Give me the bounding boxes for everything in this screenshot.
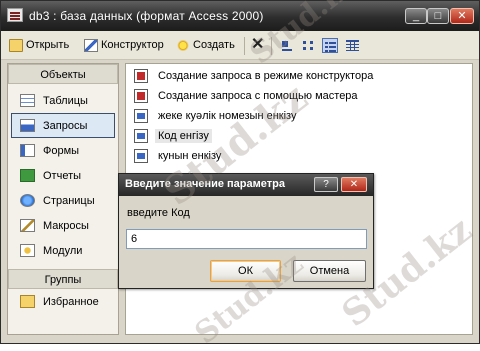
sidebar-item-macros[interactable]: Макросы	[8, 213, 118, 238]
dialog-title: Введите значение параметра	[125, 178, 285, 190]
parameter-input[interactable]: 6	[126, 229, 367, 249]
objects-header[interactable]: Объекты	[8, 64, 118, 84]
close-button[interactable]: ✕	[450, 8, 474, 24]
list-item[interactable]: кунын енкізу	[134, 147, 221, 165]
sidebar-item-modules[interactable]: Модули	[8, 238, 118, 263]
sidebar-item-label: Избранное	[43, 295, 99, 308]
delete-icon[interactable]: ✕	[251, 37, 264, 53]
sidebar-item-tables[interactable]: Таблицы	[8, 88, 118, 113]
dialog-close-button[interactable]: ✕	[341, 177, 367, 192]
maximize-button[interactable]: □	[427, 8, 449, 24]
sidebar-item-label: Страницы	[43, 194, 95, 207]
window-title: db3 : база данных (формат Access 2000)	[29, 9, 264, 23]
sidebar-item-label: Макросы	[43, 219, 89, 232]
toolbar-divider	[271, 37, 272, 55]
open-folder-icon	[9, 38, 23, 52]
list-item[interactable]: жеке куәлік номезын енкізу	[134, 107, 296, 125]
details-view-icon[interactable]	[345, 38, 361, 53]
toolbar: Открыть Конструктор Создать ✕	[1, 31, 479, 60]
parameter-prompt: введите Код	[127, 207, 190, 219]
query-icon	[20, 119, 35, 132]
list-item[interactable]: Создание запроса с помощью мастера	[134, 87, 358, 105]
report-icon	[20, 169, 35, 182]
sidebar-item-label: Отчеты	[43, 169, 82, 182]
macro-icon	[20, 219, 35, 232]
new-star-icon	[176, 38, 190, 52]
open-label: Открыть	[26, 39, 70, 51]
dialog-title-bar[interactable]: Введите значение параметра ? ✕	[119, 174, 373, 196]
parameter-dialog: Введите значение параметра ? ✕ введите К…	[118, 173, 374, 289]
sidebar-item-label: Запросы	[43, 119, 88, 132]
large-icons-view-icon[interactable]	[279, 38, 295, 53]
sidebar-item-forms[interactable]: Формы	[8, 138, 118, 163]
list-view-icon[interactable]	[322, 38, 338, 53]
help-button[interactable]: ?	[314, 177, 338, 192]
create-label: Создать	[193, 39, 235, 51]
sidebar-item-label: Формы	[43, 144, 80, 157]
design-button[interactable]: Конструктор	[84, 36, 164, 54]
ok-button[interactable]: ОК	[210, 260, 281, 282]
sidebar-item-favorites[interactable]: Избранное	[8, 289, 118, 314]
create-button[interactable]: Создать	[176, 36, 235, 54]
query-icon	[134, 109, 148, 123]
list-item-selected[interactable]: Код енгізу	[134, 127, 212, 145]
objects-bar: Объекты Таблицы Запросы Формы Отчеты Стр…	[7, 63, 119, 335]
wizard-query-icon	[134, 89, 148, 103]
query-icon	[134, 129, 148, 143]
cancel-button[interactable]: Отмена	[293, 260, 366, 282]
sidebar-item-queries[interactable]: Запросы	[11, 113, 115, 138]
small-icons-view-icon[interactable]	[301, 38, 317, 53]
sidebar-item-reports[interactable]: Отчеты	[8, 163, 118, 188]
minimize-button[interactable]: _	[405, 8, 427, 24]
table-icon	[20, 94, 35, 107]
sidebar-item-pages[interactable]: Страницы	[8, 188, 118, 213]
sidebar-item-label: Таблицы	[43, 94, 88, 107]
design-ruler-icon	[84, 38, 98, 52]
module-icon	[20, 244, 35, 257]
toolbar-divider	[244, 37, 245, 55]
title-bar[interactable]: db3 : база данных (формат Access 2000) _…	[1, 1, 479, 31]
open-button[interactable]: Открыть	[9, 36, 69, 54]
groups-header[interactable]: Группы	[8, 269, 118, 289]
page-globe-icon	[20, 194, 35, 207]
sidebar-item-label: Модули	[43, 244, 83, 257]
query-icon	[134, 149, 148, 163]
database-icon	[7, 8, 23, 22]
design-label: Конструктор	[101, 39, 164, 51]
design-query-icon	[134, 69, 148, 83]
favorites-folder-icon	[20, 295, 35, 308]
form-icon	[20, 144, 35, 157]
list-item[interactable]: Создание запроса в режиме конструктора	[134, 67, 373, 85]
database-window: db3 : база данных (формат Access 2000) _…	[0, 0, 480, 351]
